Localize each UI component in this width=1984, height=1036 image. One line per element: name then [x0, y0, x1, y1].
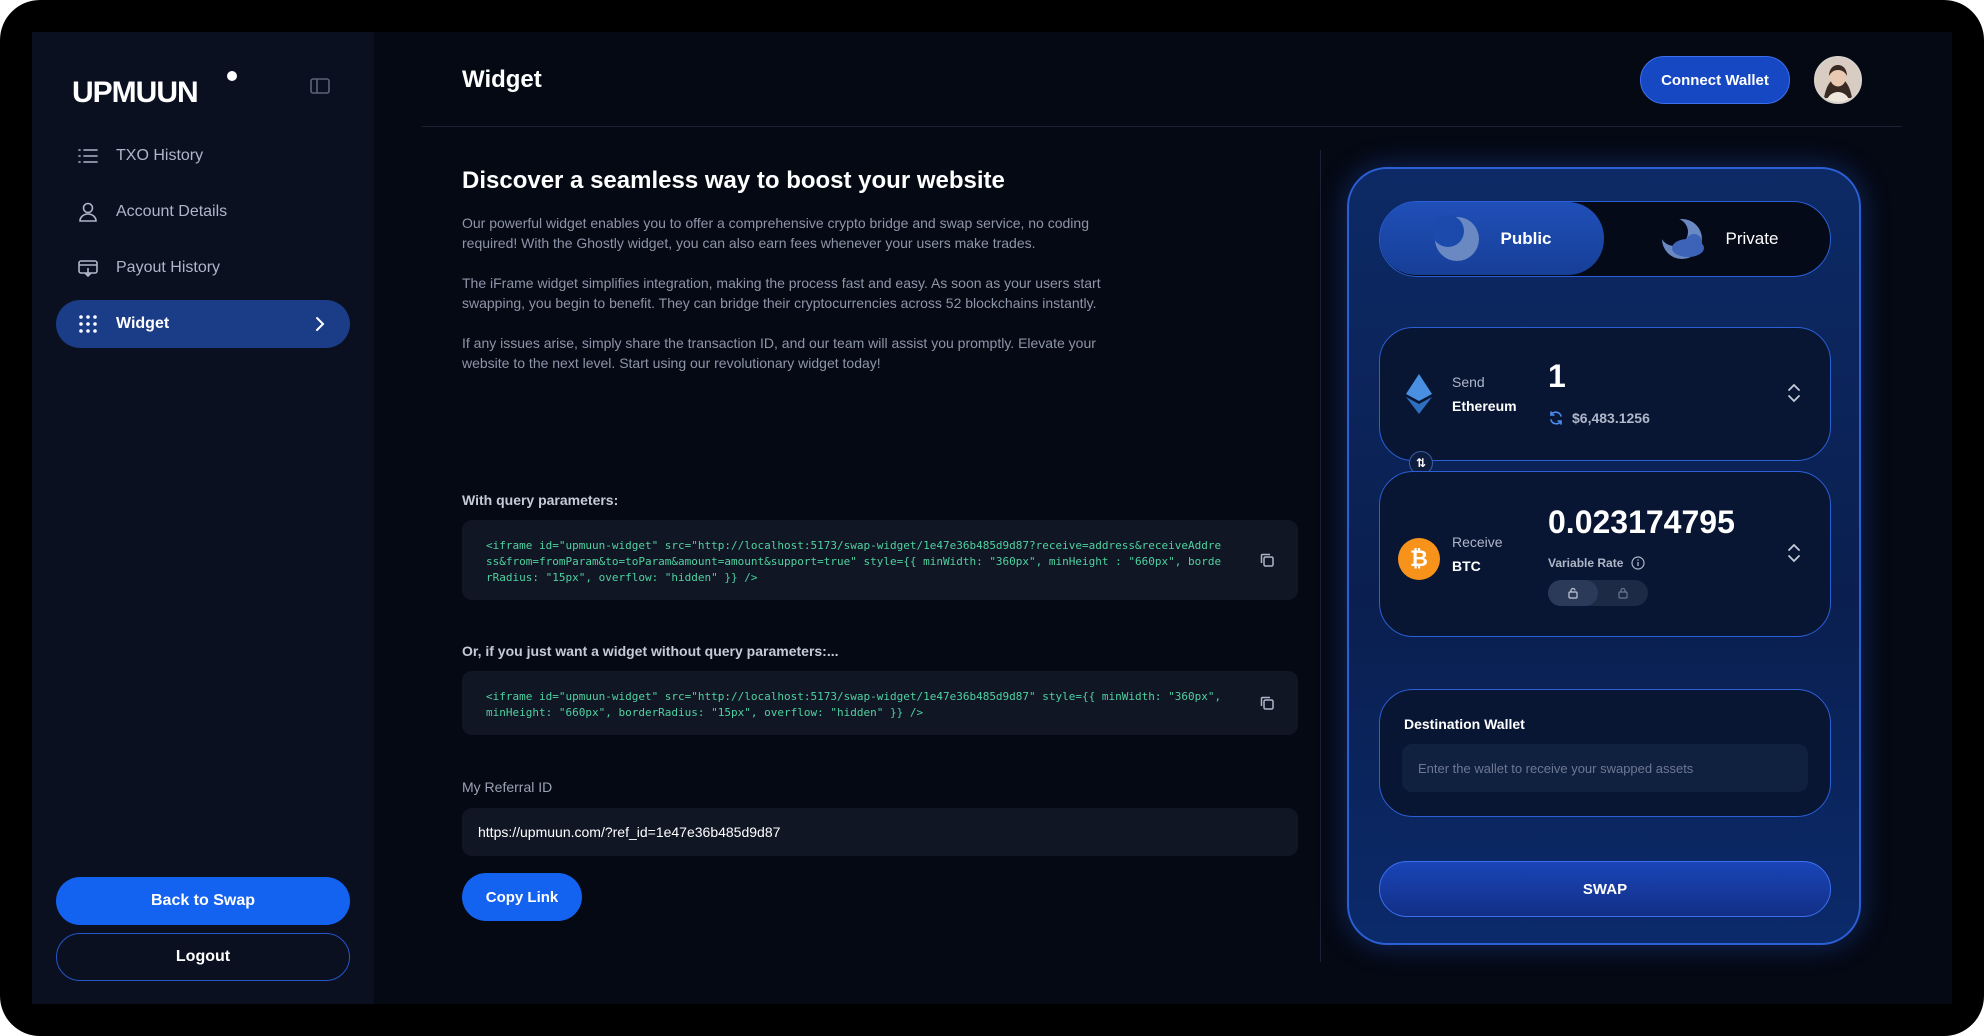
sidebar-item-payout-history[interactable]: Payout History [56, 244, 350, 292]
grid-icon [76, 312, 100, 336]
refresh-icon[interactable] [1548, 410, 1564, 426]
mode-private-button[interactable]: Private [1606, 202, 1830, 275]
receive-card: ₿ Receive BTC 0.023174795 Variable Rate [1379, 471, 1831, 637]
moon-cloud-icon [1659, 217, 1704, 259]
copy-icon[interactable] [1258, 551, 1276, 569]
no-query-label: Or, if you just want a widget without qu… [462, 643, 839, 659]
send-card: Send Ethereum 1 $6,483.1256 [1379, 327, 1831, 461]
destination-wallet-input[interactable] [1402, 744, 1808, 792]
query-code-block: <iframe id="upmuun-widget" src="http://l… [462, 520, 1298, 600]
referral-field[interactable]: https://upmuun.com/?ref_id=1e47e36b485d9… [462, 808, 1298, 856]
payout-icon [76, 256, 100, 280]
no-query-code-block: <iframe id="upmuun-widget" src="http://l… [462, 671, 1298, 735]
sidebar-item-account-details[interactable]: Account Details [56, 188, 350, 236]
mode-toggle: Public Private [1379, 201, 1831, 277]
sidebar: UPMUUN TXO History Account Details Payou… [32, 32, 374, 1004]
avatar-image [1816, 58, 1860, 102]
sidebar-item-label: Payout History [116, 259, 221, 276]
section-heading: Discover a seamless way to boost your we… [462, 167, 1005, 194]
page-title: Widget [462, 66, 542, 93]
mode-private-label: Private [1725, 228, 1779, 248]
query-code: <iframe id="upmuun-widget" src="http://l… [486, 539, 1222, 584]
receive-label: Receive [1452, 534, 1503, 550]
intro-paragraph: Our powerful widget enables you to offer… [462, 215, 1089, 251]
sidebar-item-label: Account Details [116, 203, 228, 220]
sidebar-item-txo-history[interactable]: TXO History [56, 132, 350, 180]
main-content: Discover a seamless way to boost your we… [462, 167, 1298, 921]
rate-lock-toggle[interactable] [1548, 580, 1648, 606]
sidebar-nav: TXO History Account Details Payout Histo… [56, 132, 350, 356]
copy-icon[interactable] [1258, 694, 1276, 712]
logout-button[interactable]: Logout [56, 933, 350, 981]
copy-link-button[interactable]: Copy Link [462, 873, 582, 921]
app-screen: UPMUUN TXO History Account Details Payou… [32, 32, 1952, 1004]
support-paragraph: If any issues arise, simply share the tr… [462, 335, 1096, 371]
connect-wallet-button[interactable]: Connect Wallet [1640, 56, 1790, 104]
receive-amount: 0.023174795 [1548, 504, 1735, 540]
header-divider [422, 126, 1902, 127]
receive-coin-name[interactable]: BTC [1452, 558, 1481, 574]
chevron-updown-icon[interactable] [1786, 382, 1802, 404]
swap-widget: Public Private Send Ethereum 1 $6,483.12… [1347, 167, 1861, 945]
content-divider [1320, 150, 1321, 962]
avatar[interactable] [1814, 56, 1862, 104]
info-icon[interactable] [1631, 556, 1645, 570]
no-query-code: <iframe id="upmuun-widget" src="http://l… [486, 690, 1228, 719]
destination-label: Destination Wallet [1404, 716, 1525, 732]
sidebar-item-label: Widget [116, 315, 170, 332]
variable-rate-label: Variable Rate [1548, 556, 1624, 570]
moon-icon [1432, 214, 1480, 261]
swap-button[interactable]: SWAP [1379, 861, 1831, 917]
unlock-option[interactable] [1548, 580, 1598, 606]
send-coin-name[interactable]: Ethereum [1452, 398, 1517, 414]
ethereum-icon [1406, 374, 1432, 414]
send-label: Send [1452, 374, 1485, 390]
mode-public-button[interactable]: Public [1380, 202, 1604, 275]
sidebar-item-widget[interactable]: Widget [56, 300, 350, 348]
bitcoin-icon: ₿ [1398, 538, 1440, 580]
sidebar-item-label: TXO History [116, 147, 204, 164]
sidebar-collapse-icon[interactable] [308, 74, 332, 98]
lock-option[interactable] [1598, 580, 1648, 606]
chevron-updown-icon[interactable] [1786, 542, 1802, 564]
send-usd-value: $6,483.1256 [1548, 410, 1650, 426]
chevron-right-icon [316, 317, 325, 331]
list-icon [76, 144, 100, 168]
upmuun-logo: UPMUUN [72, 71, 237, 109]
logo-text: UPMUUN [72, 76, 198, 109]
back-to-swap-button[interactable]: Back to Swap [56, 877, 350, 925]
iframe-paragraph: The iFrame widget simplifies integration… [462, 275, 1101, 311]
destination-card: Destination Wallet [1379, 689, 1831, 817]
query-params-label: With query parameters: [462, 492, 619, 508]
referral-label: My Referral ID [462, 779, 553, 795]
device-frame: UPMUUN TXO History Account Details Payou… [0, 0, 1984, 1036]
mode-public-label: Public [1500, 228, 1552, 248]
usd-amount: $6,483.1256 [1572, 410, 1650, 426]
user-icon [76, 200, 100, 224]
lock-icon [1618, 587, 1628, 599]
send-amount[interactable]: 1 [1548, 358, 1566, 395]
variable-rate: Variable Rate [1548, 556, 1645, 570]
unlock-icon [1568, 587, 1578, 599]
